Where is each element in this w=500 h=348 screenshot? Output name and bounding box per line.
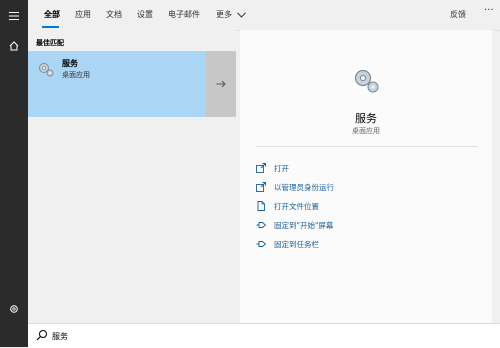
search-bar bbox=[28, 323, 500, 348]
open-action-label: 打开 bbox=[274, 163, 289, 173]
pin-to-taskbar-action[interactable]: 固定到任务栏 bbox=[256, 237, 319, 251]
best-match-item[interactable]: 服务 桌面应用 bbox=[28, 51, 206, 117]
tab-all[interactable]: 全部 bbox=[44, 9, 60, 21]
best-match-title: 服务 bbox=[62, 59, 78, 68]
home-icon[interactable] bbox=[0, 32, 28, 60]
pin-icon bbox=[256, 241, 266, 247]
tab-email[interactable]: 电子邮件 bbox=[168, 9, 200, 21]
arrow-right-icon bbox=[216, 80, 226, 88]
search-input[interactable] bbox=[52, 329, 352, 343]
open-action[interactable]: 打开 bbox=[256, 161, 289, 175]
chevron-down-icon bbox=[236, 11, 246, 18]
more-options-button[interactable]: ··· bbox=[484, 5, 494, 16]
pin-to-taskbar-label: 固定到任务栏 bbox=[274, 239, 319, 249]
left-rail bbox=[0, 0, 28, 347]
pin-icon bbox=[256, 222, 266, 228]
tab-more-label: 更多 bbox=[216, 10, 232, 19]
services-gear-icon bbox=[354, 69, 379, 93]
services-gear-icon bbox=[39, 63, 54, 77]
search-filter-tabs: 全部 应用 文档 设置 电子邮件 更多 反馈 ··· bbox=[28, 0, 500, 31]
file-location-icon bbox=[257, 201, 265, 211]
run-as-admin-label: 以管理员身份运行 bbox=[274, 182, 334, 192]
open-icon bbox=[256, 163, 266, 173]
best-match-subtitle: 桌面应用 bbox=[62, 71, 90, 79]
open-file-location-action[interactable]: 打开文件位置 bbox=[256, 199, 319, 213]
open-details-button[interactable] bbox=[206, 51, 236, 117]
tab-documents[interactable]: 文档 bbox=[106, 9, 122, 21]
feedback-link[interactable]: 反馈 bbox=[450, 9, 466, 20]
best-match-heading: 最佳匹配 bbox=[36, 39, 64, 47]
tab-settings[interactable]: 设置 bbox=[137, 9, 153, 21]
settings-gear-icon[interactable] bbox=[0, 295, 28, 323]
search-icon bbox=[36, 330, 47, 341]
divider bbox=[256, 146, 478, 147]
results-list: 最佳匹配 服务 桌面应用 bbox=[28, 30, 236, 323]
active-tab-indicator bbox=[42, 26, 59, 28]
hamburger-menu-icon[interactable] bbox=[0, 2, 28, 30]
run-as-admin-icon bbox=[256, 182, 266, 192]
run-as-admin-action[interactable]: 以管理员身份运行 bbox=[256, 180, 334, 194]
detail-pane: 服务 桌面应用 打开 以管理员身份运行 打开文件位置 固定到"开始"屏幕 固定到… bbox=[240, 30, 492, 323]
tab-more[interactable]: 更多 bbox=[216, 9, 246, 21]
open-file-location-label: 打开文件位置 bbox=[274, 201, 319, 211]
tab-apps[interactable]: 应用 bbox=[75, 9, 91, 21]
pin-to-start-label: 固定到"开始"屏幕 bbox=[274, 220, 334, 230]
detail-title: 服务 bbox=[355, 112, 377, 125]
pin-to-start-action[interactable]: 固定到"开始"屏幕 bbox=[256, 218, 333, 232]
detail-subtitle: 桌面应用 bbox=[352, 127, 380, 135]
